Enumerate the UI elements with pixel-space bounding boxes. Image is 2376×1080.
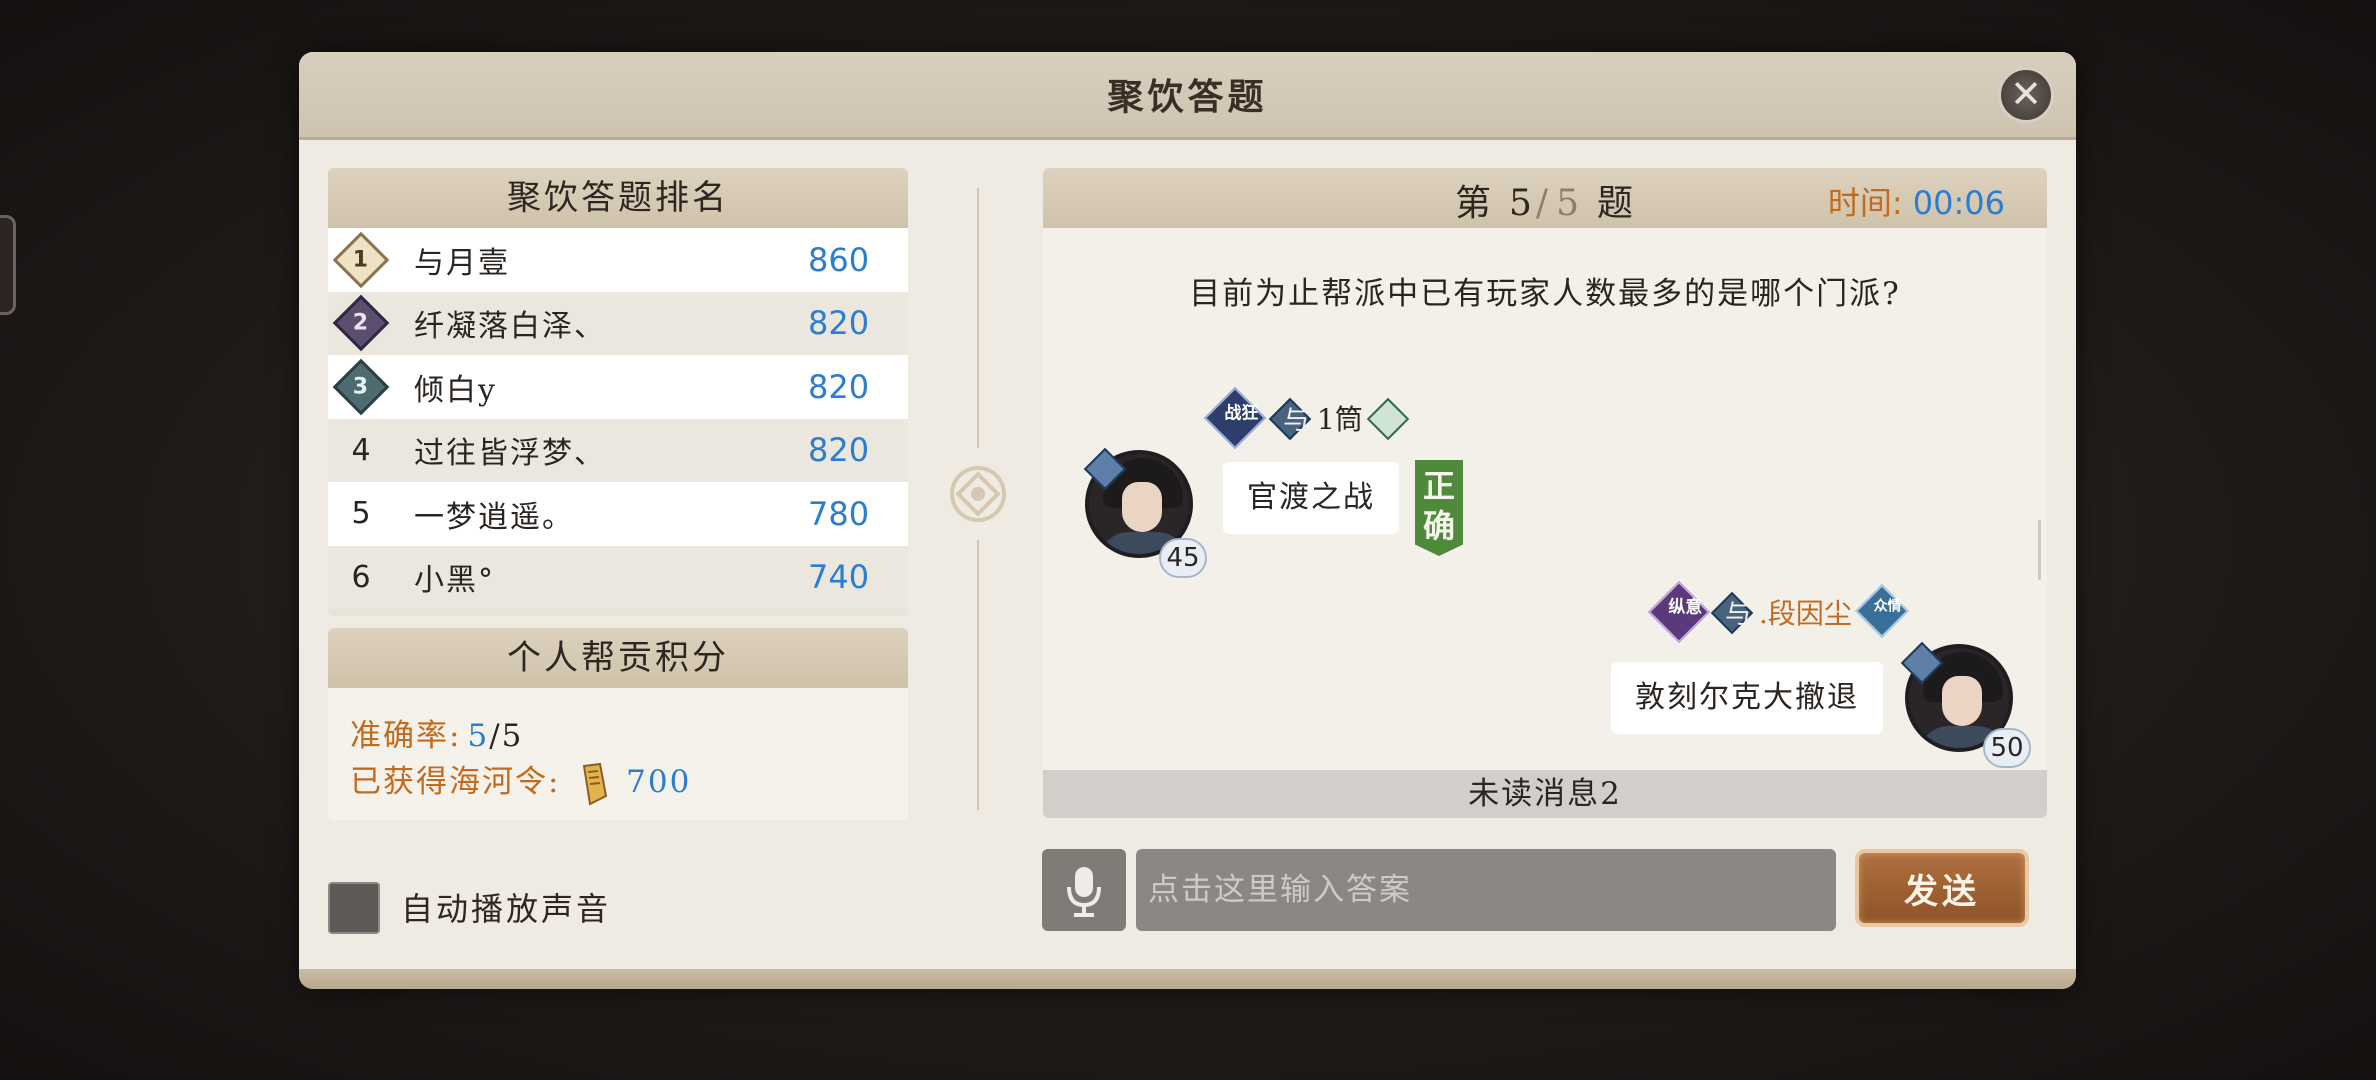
chat-scrollbar[interactable] [2038, 520, 2041, 580]
ranking-title: 聚饮答题排名 [328, 168, 908, 228]
message-bubble: 敦刻尔克大撤退 [1611, 662, 1883, 734]
ranking-row: 6 小黑° 740 [328, 545, 908, 609]
auto-play-checkbox[interactable] [328, 882, 380, 934]
ranking-score: 860 [808, 240, 870, 279]
ranking-score: 820 [808, 367, 870, 406]
ranking-name: 倾白y [414, 372, 497, 408]
accuracy-value: 5 [467, 718, 490, 754]
sender-name: .段因尘 [1759, 597, 1852, 630]
ranking-name: 与月壹 [414, 245, 510, 281]
ranking-number: 5 [351, 496, 371, 532]
timer-label: 时间: [1827, 184, 1903, 222]
dialog-header: 聚饮答题 ✕ [299, 52, 2076, 140]
level-badge: 45 [1159, 538, 1207, 578]
auto-play-label: 自动播放声音 [401, 890, 612, 928]
sect-icon [1366, 397, 1410, 441]
send-button[interactable]: 发送 [1855, 849, 2029, 927]
ranking-row: 5 一梦逍遥。 780 [328, 482, 908, 546]
question-text: 目前为止帮派中已有玩家人数最多的是哪个门派? [1189, 276, 1901, 312]
dialog-title: 聚饮答题 [1107, 76, 1268, 118]
title-badge-icon: 纵意 [1647, 580, 1711, 644]
quiz-header: 第 5/5 题 时间: 00:06 [1043, 168, 2047, 228]
message-bubble: 官渡之战 [1223, 462, 1399, 534]
ranking-number: 6 [351, 559, 371, 595]
level-badge: 50 [1983, 728, 2031, 768]
ranking-panel: 聚饮答题排名 1 与月壹 860 2 纤凝落白泽、 820 3 倾白y 820 … [328, 168, 908, 616]
personal-score-panel: 个人帮贡积分 准确率: 5/5 已获得海河令: 700 [328, 628, 908, 820]
ranking-row: 1 与月壹 860 [328, 228, 908, 292]
background-side-tab [0, 215, 16, 315]
question-counter: 第 5/5 题 [1455, 183, 1633, 224]
accuracy-line: 准确率: 5/5 [350, 710, 523, 755]
ranking-score: 740 [808, 558, 870, 597]
close-icon: ✕ [2010, 72, 2042, 116]
ranking-score: 820 [808, 431, 870, 470]
rank-badge-icon: 3 [332, 358, 390, 416]
ranking-name: 纤凝落白泽、 [414, 309, 606, 345]
token-value: 700 [626, 764, 692, 800]
token-line: 已获得海河令: 700 [350, 756, 691, 806]
accuracy-separator: / [489, 718, 502, 754]
voice-input-button[interactable] [1042, 849, 1126, 931]
token-label: 已获得海河令: [350, 764, 561, 800]
accuracy-total: 5 [501, 718, 524, 754]
quiz-timer: 时间: 00:06 [1828, 178, 2005, 224]
accuracy-label: 准确率: [350, 718, 462, 754]
token-icon [583, 762, 608, 806]
ranking-name: 小黑° [414, 563, 495, 599]
dialog-footer [299, 969, 2076, 989]
timer-value: 00:06 [1912, 184, 2005, 222]
question-current: 5 [1509, 183, 1532, 224]
guild-tag: 与 [1725, 600, 1752, 630]
question-total: 5 [1556, 183, 1579, 224]
sender-name: 1筒 [1317, 403, 1363, 436]
ornament-icon [950, 466, 1006, 522]
ranking-name: 一梦逍遥。 [414, 499, 574, 535]
ranking-score: 780 [808, 494, 870, 533]
sect-badge-icon: 众情 [1855, 584, 1909, 638]
divider-line-top [977, 188, 979, 448]
quiz-dialog: 聚饮答题 ✕ 聚饮答题排名 1 与月壹 860 2 纤凝落白泽、 820 3 倾… [299, 52, 2076, 989]
divider-line-bottom [977, 540, 979, 810]
ranking-row: 2 纤凝落白泽、 820 [328, 291, 908, 355]
title-badge-icon: 战狂 [1203, 386, 1267, 450]
rank-badge-icon: 1 [332, 231, 390, 289]
rank-badge-icon: 2 [332, 294, 390, 352]
close-button[interactable]: ✕ [1998, 67, 2054, 123]
ranking-name: 过往皆浮梦、 [414, 436, 606, 472]
ranking-row: 4 过往皆浮梦、 820 [328, 418, 908, 482]
ranking-score: 820 [808, 304, 870, 343]
quiz-panel: 第 5/5 题 时间: 00:06 目前为止帮派中已有玩家人数最多的是哪个门派? 4… [1043, 168, 2047, 818]
guild-tag: 与 [1283, 406, 1310, 436]
ranking-row: 3 倾白y 820 [328, 355, 908, 419]
personal-score-title: 个人帮贡积分 [328, 628, 908, 688]
unread-messages-bar[interactable]: 未读消息2 [1043, 770, 2047, 818]
ranking-number: 4 [351, 432, 371, 468]
answer-input[interactable] [1136, 849, 1836, 931]
microphone-icon [1067, 867, 1101, 917]
correct-tag: 正确 [1415, 460, 1463, 556]
